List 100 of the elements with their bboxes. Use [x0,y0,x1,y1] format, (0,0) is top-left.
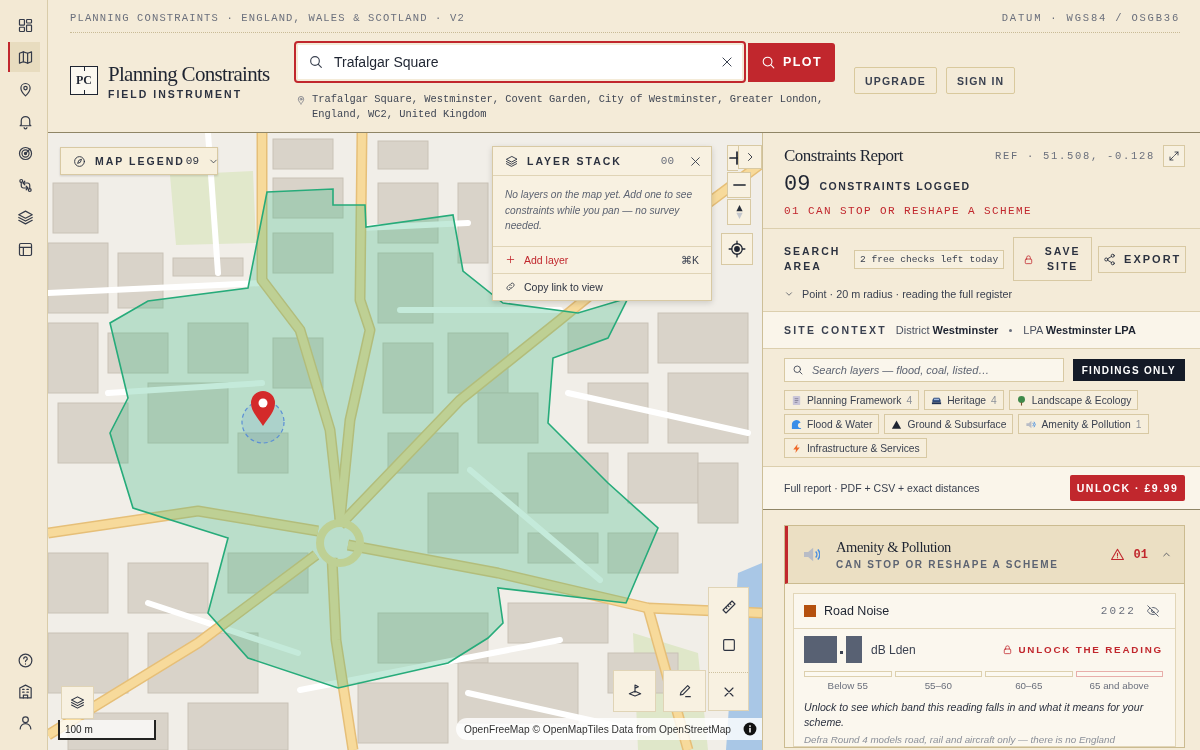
search-icon [792,364,804,376]
tree-icon [1015,394,1027,406]
layers-icon [70,695,85,710]
north-arrow-icon [735,205,743,219]
finding-year: 2022 [1100,605,1136,617]
crosshair-icon [728,240,746,258]
band-label: Below 55 [826,679,869,692]
critical-summary: 01 CAN STOP OR RESHAPE A SCHEME [784,204,1034,218]
document-icon [791,394,802,406]
place-marker-button[interactable] [613,670,656,712]
draw-button[interactable] [663,670,706,712]
context-value: LPA Westminster LPA [1023,324,1136,336]
search-field[interactable]: Trafalgar Square [294,41,746,83]
flag-marker-icon [626,683,643,699]
expand-icon [1168,150,1180,162]
info-icon[interactable] [743,722,757,736]
ruler-icon [720,599,737,615]
basemap-button[interactable] [61,686,94,719]
lock-icon [1002,644,1014,655]
locate-button[interactable] [721,233,753,265]
building-icon [16,682,34,700]
sidebar-item[interactable] [8,42,40,72]
map-icon [16,48,34,66]
unlock-note: Unlock to see which band this reading falls in and what it means for your scheme. [804,700,1145,730]
empty-state-text: No layers on the map yet. Add one to see constraints while you pan — no survey needed. [504,188,694,233]
export-button[interactable]: EXPORT [1098,245,1187,273]
speaker-icon [1025,418,1037,430]
square-icon [720,637,737,653]
band-label: 55–60 [923,679,953,692]
app-kicker: PLANNING CONSTRAINTS · ENGLAND, WALES & SCOTLAND · V2 [70,11,465,24]
lock-icon [1023,253,1035,265]
warning-icon [1109,547,1125,562]
category-chip[interactable]: Heritage 4 [924,390,1004,410]
radar-icon [16,144,34,162]
redacted-block [846,636,862,663]
close-icon [688,154,702,168]
category-title: Amenity & Pollution [836,539,952,556]
speaker-icon [803,547,820,562]
zoom-in-button[interactable] [727,145,738,171]
full-report-text: Full report · PDF + CSV + exact distances [784,482,980,494]
panel-title: LAYER STACK [527,155,622,167]
save-site-button[interactable]: SAVE SITE [1013,237,1093,281]
plus-icon [505,254,516,265]
layers-icon [505,154,518,168]
location-pin-icon[interactable] [251,391,275,426]
search-area-detail[interactable]: Point · 20 m radius · reading the full register [784,286,1013,302]
layer-count: 00 [660,155,674,167]
findings-only-button[interactable]: FINDINGS ONLY [1072,359,1185,381]
north-button[interactable] [727,199,751,225]
swap-arrows-icon [16,176,34,194]
unlock-reading-link[interactable]: UNLOCK THE READING [1002,644,1163,655]
redacted-block [804,636,837,663]
category-chip[interactable]: Landscape & Ecology [1008,390,1139,410]
report-title: Constraints Report [784,146,903,166]
minus-icon [732,184,746,186]
zoom-out-button[interactable] [727,172,751,198]
free-checks-badge: 2 free checks left today [854,249,1005,269]
search-area-label: SEARCH AREA [784,244,842,274]
close-icon [720,55,734,69]
compass-icon [73,154,86,168]
category-chip[interactable]: Amenity & Pollution 1 [1018,414,1149,434]
mountain-icon [891,418,903,430]
grid-icon [16,16,34,34]
menu-item[interactable]: Add layer ⌘K [493,245,711,273]
reference-coordinates: REF · 51.508, -0.128 [994,150,1155,162]
map-legend-button[interactable]: MAP LEGEND 09 [60,147,218,175]
search-icon [761,54,777,70]
menu-item[interactable]: Copy link to view [493,272,711,300]
header-button[interactable]: UPGRADE [854,67,937,94]
reading-unit: dB Lden [871,642,916,657]
lightning-icon [791,442,802,454]
site-context-label: SITE CONTEXT [784,324,887,336]
category-subtitle: CAN STOP OR RESHAPE A SCHEME [836,559,1059,570]
separator-dot-icon [1009,328,1013,332]
count-label: CONSTRAINTS LOGGED [819,180,971,192]
context-value: District Westminster [895,324,999,336]
layer-search-field[interactable]: Search layers — flood, coal, listed… [784,358,1064,382]
category-header[interactable]: Amenity & Pollution CAN STOP OR RESHAPE A SCHEME 01 [785,526,1184,584]
category-chip[interactable]: Infrastructure & Services [784,438,927,458]
finding-count: 01 [1133,547,1148,562]
header-button[interactable]: SIGN IN [945,67,1016,94]
datum-label: DATUM · WGS84 / OSGB36 [1001,11,1180,24]
brand-name: Planning Constraints [108,61,270,86]
share-icon [1103,252,1117,266]
eye-slash-icon[interactable] [1146,604,1160,618]
map-pin-icon [296,95,306,105]
finding-name: Road Noise [824,604,890,618]
category-chip[interactable]: Ground & Subsurface [884,414,1014,434]
plus-icon [729,151,738,165]
category-chip[interactable]: Flood & Water [784,414,880,434]
constraint-count: 09 [784,172,811,198]
table-icon [16,240,34,258]
plot-button[interactable]: PLOT [748,42,835,82]
category-chip[interactable]: Planning Framework 4 [784,390,920,410]
band-label: 65 and above [1088,679,1150,692]
address-text: Trafalgar Square, Westminster, Covent Garden, City of Westminster, Greater London, England, WC2, United Kingdom [312,92,825,122]
wave-icon [791,418,802,430]
search-icon [308,54,324,70]
attribution-text: OpenFreeMap © OpenMapTiles Data from OpenStreetMap [464,723,732,735]
unlock-button[interactable]: UNLOCK · £9.99 [1070,475,1185,501]
